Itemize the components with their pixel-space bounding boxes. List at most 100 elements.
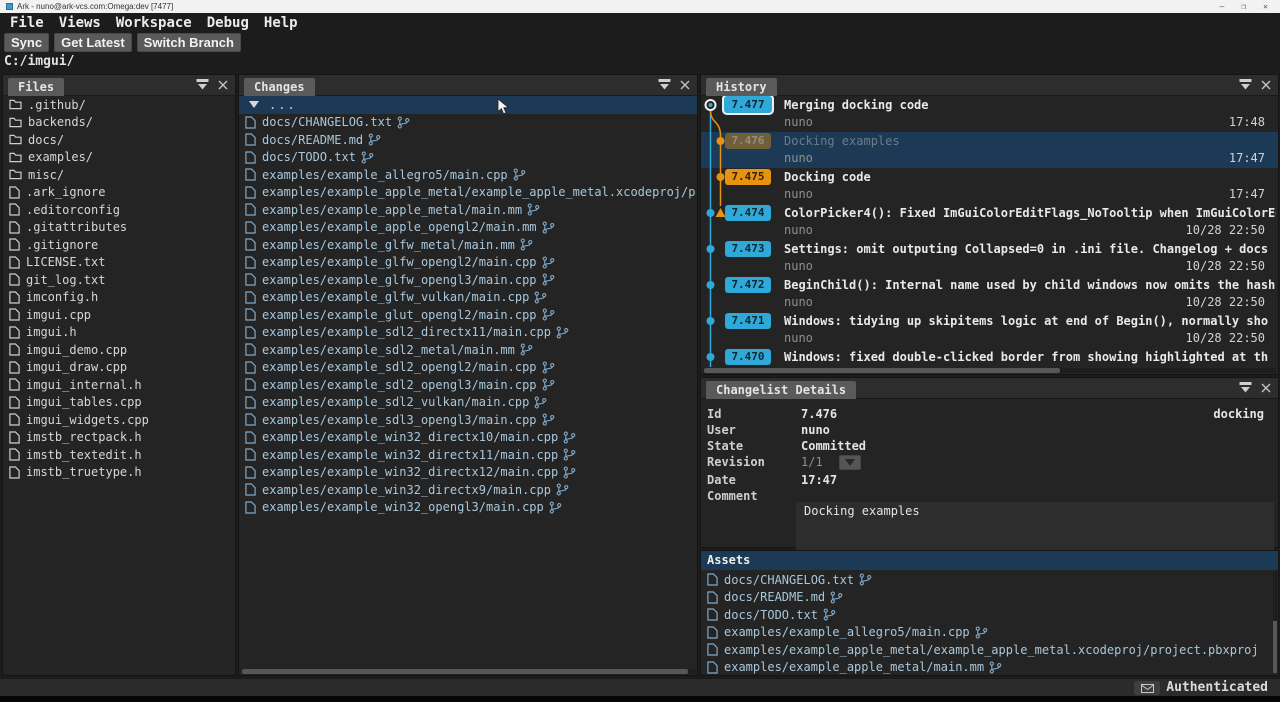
scrollbar-thumb[interactable]	[1273, 621, 1277, 673]
menu-item[interactable]: Help	[264, 15, 298, 31]
file-tree-item[interactable]: imgui_draw.cpp	[3, 359, 235, 377]
changed-file-row[interactable]: examples/example_win32_opengl3/main.cpp	[239, 499, 697, 517]
file-tree-item[interactable]: LICENSE.txt	[3, 254, 235, 272]
file-tree-item[interactable]: imstb_truetype.h	[3, 464, 235, 482]
changed-file-row[interactable]: examples/example_glfw_opengl3/main.cpp	[239, 271, 697, 289]
changed-file-row[interactable]: examples/example_allegro5/main.cpp	[239, 166, 697, 184]
changeset-row[interactable]: 7.473 Settings: omit outputing Collapsed…	[701, 240, 1278, 276]
changeset-row[interactable]: 7.475 Docking code nuno 17:47	[701, 168, 1278, 204]
changeset-id-badge[interactable]: 7.471	[725, 313, 771, 329]
file-tree-item[interactable]: git_log.txt	[3, 271, 235, 289]
minimize-button[interactable]: –	[1220, 0, 1225, 13]
changed-file-row[interactable]: examples/example_win32_directx9/main.cpp	[239, 481, 697, 499]
file-tree-item[interactable]: imstb_textedit.h	[3, 446, 235, 464]
changed-file-row[interactable]: examples/example_glfw_metal/main.mm	[239, 236, 697, 254]
changed-file-row[interactable]: examples/example_glfw_opengl2/main.cpp	[239, 254, 697, 272]
file-tree-item[interactable]: .gitattributes	[3, 219, 235, 237]
maximize-button[interactable]: ❐	[1241, 0, 1246, 13]
file-tree-item[interactable]: imgui_internal.h	[3, 376, 235, 394]
changed-file-row[interactable]: examples/example_sdl2_opengl3/main.cpp	[239, 376, 697, 394]
scrollbar-thumb[interactable]	[242, 669, 688, 674]
changeset-id-badge[interactable]: 7.476	[725, 133, 771, 149]
changed-file-row[interactable]: examples/example_apple_metal/main.mm	[239, 201, 697, 219]
changed-file-row[interactable]: examples/example_sdl2_directx11/main.cpp	[239, 324, 697, 342]
toolbar-button[interactable]: Switch Branch	[137, 33, 241, 52]
changed-file-row[interactable]: docs/TODO.txt	[239, 149, 697, 167]
toolbar-button[interactable]: Get Latest	[54, 33, 132, 52]
file-tree-item[interactable]: .ark_ignore	[3, 184, 235, 202]
changes-tab[interactable]: Changes	[244, 78, 315, 96]
changed-file-row[interactable]: examples/example_win32_directx12/main.cp…	[239, 464, 697, 482]
changed-file-row[interactable]: ...	[239, 96, 697, 114]
changeset-row[interactable]: 7.470 Windows: fixed double-clicked bord…	[701, 348, 1278, 367]
expander-triangle-icon[interactable]	[249, 101, 259, 108]
scrollbar-thumb[interactable]	[704, 368, 1060, 373]
changes-horizontal-scrollbar[interactable]	[241, 669, 695, 674]
file-tree-item[interactable]: .editorconfig	[3, 201, 235, 219]
filter-icon[interactable]	[658, 79, 671, 90]
changeset-id-badge[interactable]: 7.474	[725, 205, 771, 221]
changelist-details-tab[interactable]: Changelist Details	[706, 381, 856, 399]
changed-file-row[interactable]: examples/example_apple_opengl2/main.mm	[239, 219, 697, 237]
toolbar-button[interactable]: Sync	[4, 33, 49, 52]
filter-icon[interactable]	[196, 79, 209, 90]
changed-file-row[interactable]: examples/example_apple_metal/example_app…	[239, 184, 697, 202]
changeset-row[interactable]: 7.472 BeginChild(): Internal name used b…	[701, 276, 1278, 312]
changed-file-row[interactable]: examples/example_sdl2_opengl2/main.cpp	[239, 359, 697, 377]
menu-item[interactable]: File	[10, 15, 44, 31]
changeset-id-badge[interactable]: 7.470	[725, 349, 771, 365]
file-tree-item[interactable]: examples/	[3, 149, 235, 167]
close-icon[interactable]	[218, 80, 228, 90]
changeset-row[interactable]: 7.477 Merging docking code nuno 17:48	[701, 96, 1278, 132]
changeset-id-badge[interactable]: 7.473	[725, 241, 771, 257]
close-icon[interactable]	[680, 80, 690, 90]
changeset-row[interactable]: 7.474 ColorPicker4(): Fixed ImGuiColorEd…	[701, 204, 1278, 240]
changed-file-row[interactable]: examples/example_glfw_vulkan/main.cpp	[239, 289, 697, 307]
close-icon[interactable]	[1261, 80, 1271, 90]
history-horizontal-scrollbar[interactable]	[703, 368, 1276, 373]
changed-file-row[interactable]: examples/example_win32_directx11/main.cp…	[239, 446, 697, 464]
changeset-id-badge[interactable]: 7.475	[725, 169, 771, 185]
changeset-id-badge[interactable]: 7.477	[722, 96, 774, 115]
changeset-row[interactable]: 7.476 Docking examples nuno 17:47	[701, 132, 1278, 168]
asset-row[interactable]: docs/CHANGELOG.txt	[701, 571, 1272, 589]
file-tree-item[interactable]: imgui_demo.cpp	[3, 341, 235, 359]
changeset-id-badge[interactable]: 7.472	[725, 277, 771, 293]
assets-vertical-scrollbar[interactable]	[1273, 571, 1277, 673]
file-tree-item[interactable]: backends/	[3, 114, 235, 132]
asset-row[interactable]: examples/example_apple_metal/example_app…	[701, 641, 1272, 659]
file-tree-item[interactable]: .gitignore	[3, 236, 235, 254]
menu-item[interactable]: Debug	[207, 15, 249, 31]
changed-file-row[interactable]: docs/README.md	[239, 131, 697, 149]
changeset-row[interactable]: 7.471 Windows: tidying up skipitems logi…	[701, 312, 1278, 348]
asset-row[interactable]: examples/example_apple_metal/main.mm	[701, 659, 1272, 676]
changed-file-row[interactable]: examples/example_win32_directx10/main.cp…	[239, 429, 697, 447]
close-icon[interactable]	[1261, 383, 1271, 393]
asset-row[interactable]: docs/README.md	[701, 589, 1272, 607]
menu-item[interactable]: Workspace	[116, 15, 192, 31]
revision-dropdown-button[interactable]	[839, 455, 861, 470]
files-tab[interactable]: Files	[8, 78, 64, 96]
asset-row[interactable]: docs/TODO.txt	[701, 606, 1272, 624]
file-tree-item[interactable]: imgui_widgets.cpp	[3, 411, 235, 429]
file-tree-item[interactable]: imgui.h	[3, 324, 235, 342]
changed-file-row[interactable]: examples/example_sdl2_vulkan/main.cpp	[239, 394, 697, 412]
filter-icon[interactable]	[1239, 79, 1252, 90]
close-button[interactable]: ✕	[1263, 0, 1268, 13]
changed-file-row[interactable]: docs/CHANGELOG.txt	[239, 114, 697, 132]
menu-item[interactable]: Views	[59, 15, 101, 31]
changed-file-row[interactable]: examples/example_glut_opengl2/main.cpp	[239, 306, 697, 324]
filter-icon[interactable]	[1239, 382, 1252, 393]
file-tree-item[interactable]: imgui.cpp	[3, 306, 235, 324]
asset-row[interactable]: examples/example_allegro5/main.cpp	[701, 624, 1272, 642]
changed-file-row[interactable]: examples/example_sdl2_metal/main.mm	[239, 341, 697, 359]
changed-file-row[interactable]: examples/example_sdl3_opengl3/main.cpp	[239, 411, 697, 429]
file-tree-item[interactable]: docs/	[3, 131, 235, 149]
file-tree-item[interactable]: imgui_tables.cpp	[3, 394, 235, 412]
file-tree-item[interactable]: .github/	[3, 96, 235, 114]
file-tree-item[interactable]: imconfig.h	[3, 289, 235, 307]
file-tree-item[interactable]: misc/	[3, 166, 235, 184]
history-tab[interactable]: History	[706, 78, 777, 96]
file-tree-item[interactable]: imstb_rectpack.h	[3, 429, 235, 447]
mail-button[interactable]	[1134, 681, 1160, 695]
